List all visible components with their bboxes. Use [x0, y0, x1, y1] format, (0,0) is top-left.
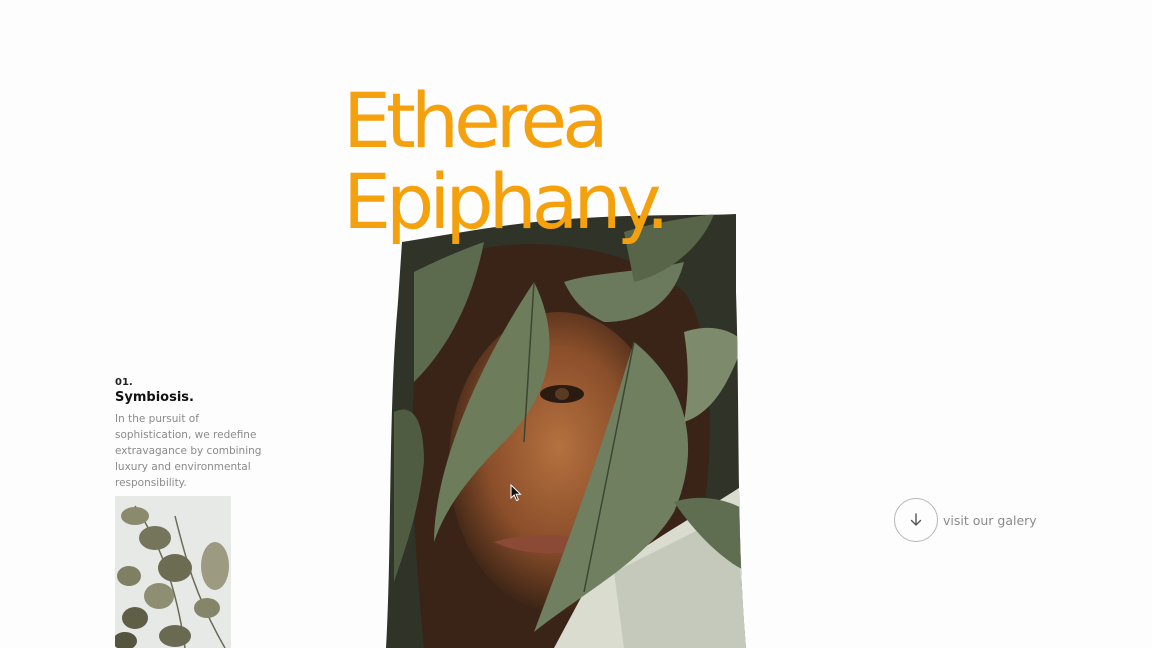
landing-page: Etherea Epiphany. 01. Symbiosis. In the …: [0, 0, 1152, 648]
gallery-scroll-button[interactable]: [894, 498, 938, 542]
visit-gallery-label[interactable]: visit our galery: [943, 513, 1037, 528]
hero-image: [384, 212, 748, 648]
feature-number: 01.: [115, 377, 133, 388]
mouse-cursor-icon: [510, 483, 522, 506]
arrow-down-icon: [910, 513, 922, 526]
feature-block: 01. Symbiosis. In the pursuit of sophist…: [115, 376, 280, 491]
feature-description: In the pursuit of sophistication, we red…: [115, 413, 262, 489]
hero-title: Etherea Epiphany.: [343, 76, 670, 246]
feature-thumbnail-image: [115, 496, 231, 648]
hero-title-line-1: Etherea: [343, 76, 609, 165]
feature-title: Symbiosis.: [115, 390, 194, 405]
visit-gallery-link[interactable]: visit our galery: [894, 498, 1037, 542]
hero-title-line-2: Epiphany.: [343, 157, 670, 246]
